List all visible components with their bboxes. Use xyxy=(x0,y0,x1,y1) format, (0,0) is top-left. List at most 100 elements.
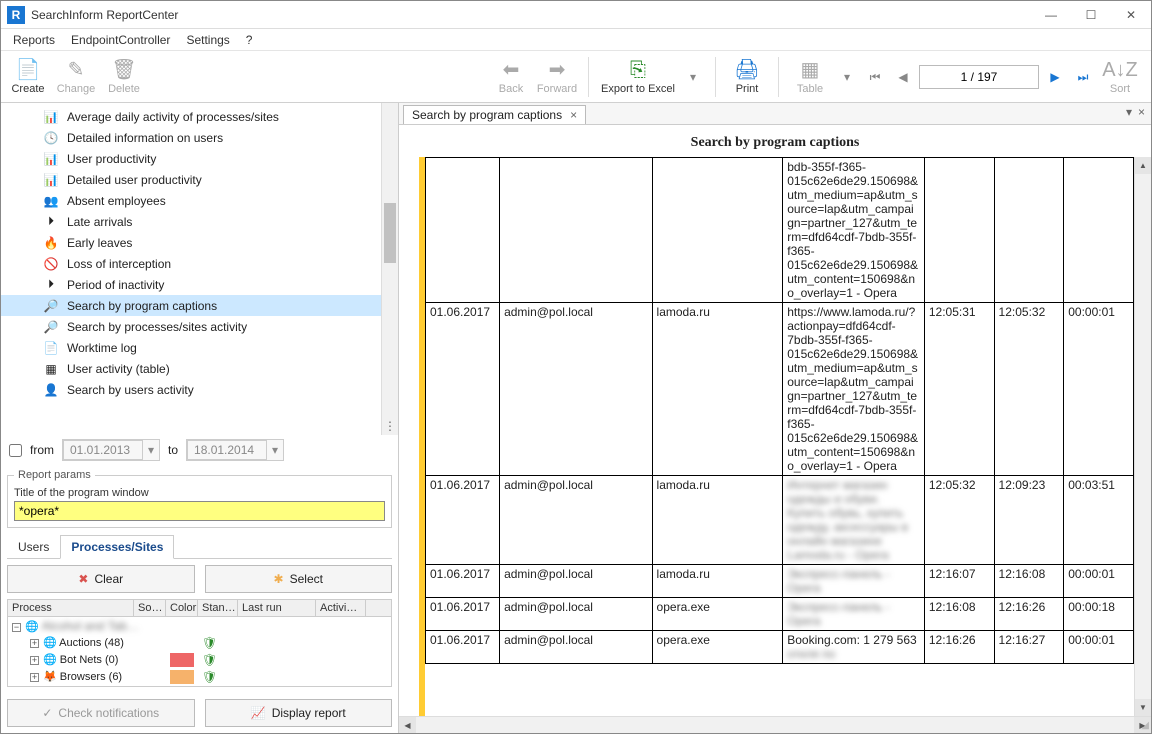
tree-item-icon: 🔎 xyxy=(43,299,59,313)
tree-item[interactable]: ▦ User activity (table) xyxy=(1,358,381,379)
titlebar: R SearchInform ReportCenter — ☐ ✕ xyxy=(1,1,1151,29)
window-title: SearchInform ReportCenter xyxy=(31,8,1031,22)
document-tabs: Search by program captions × ▾ × xyxy=(399,103,1151,125)
title-param-label: Title of the program window xyxy=(14,487,385,499)
tree-item-label: Worktime log xyxy=(67,341,137,355)
tree-item-label: User productivity xyxy=(67,152,156,166)
tree-item[interactable]: 🕓Detailed information on users xyxy=(1,127,381,148)
tree-item[interactable]: 👤 Search by users activity xyxy=(1,379,381,400)
tree-item-label: Early leaves xyxy=(67,236,132,250)
minimize-button[interactable]: — xyxy=(1031,1,1071,29)
date-enable-checkbox[interactable] xyxy=(9,444,22,457)
last-page-button[interactable]: ⏭ xyxy=(1071,65,1095,89)
tree-item[interactable]: 🔎Search by processes/sites activity xyxy=(1,316,381,337)
menu-reports[interactable]: Reports xyxy=(7,31,61,49)
page-margin xyxy=(407,157,419,716)
result-table[interactable]: bdb-355f-f365-015c62e6de29.150698&utm_me… xyxy=(425,157,1134,664)
report-params-group: Report params Title of the program windo… xyxy=(7,469,392,528)
from-date-field[interactable]: 01.01.2013▾ xyxy=(62,439,160,461)
report-tree[interactable]: 📊Average daily activity of processes/sit… xyxy=(1,103,381,435)
page-input[interactable] xyxy=(919,65,1039,89)
grid-row[interactable]: +🌐 Auctions (48)🛡 xyxy=(8,634,391,651)
tree-item-label: Detailed information on users xyxy=(67,131,223,145)
horizontal-scrollbar[interactable]: ◀▶ xyxy=(399,716,1151,733)
from-label: from xyxy=(30,443,54,457)
tree-item[interactable]: 📊 User productivity xyxy=(1,148,381,169)
tree-item-label: Loss of interception xyxy=(67,257,171,271)
tree-item-icon: 👥 xyxy=(43,194,59,208)
tab-processes[interactable]: Processes/Sites xyxy=(60,535,174,559)
tree-item-icon: 🔥 xyxy=(43,236,59,250)
process-grid[interactable]: −🌐 Alcohol and Tab…+🌐 Auctions (48)🛡+🌐 B… xyxy=(7,617,392,687)
to-date-field[interactable]: 18.01.2014▾ xyxy=(186,439,284,461)
forward-button[interactable]: ➡Forward xyxy=(536,57,578,97)
tree-item-label: Absent employees xyxy=(67,194,166,208)
tree-item[interactable]: 🚫 Loss of interception xyxy=(1,253,381,274)
grid-row[interactable]: +🌐 Bot Nets (0)🛡 xyxy=(8,651,391,668)
tab-users[interactable]: Users xyxy=(7,535,60,559)
tree-item-label: User activity (table) xyxy=(67,362,170,376)
tree-item-label: Search by program captions xyxy=(67,299,217,313)
sidebar: 📊Average daily activity of processes/sit… xyxy=(1,103,399,733)
vertical-scrollbar[interactable]: ▲▼ xyxy=(1134,157,1151,716)
prev-page-button[interactable]: ◀ xyxy=(891,65,915,89)
tree-item[interactable]: 📊Average daily activity of processes/sit… xyxy=(1,106,381,127)
next-page-button[interactable]: ▶ xyxy=(1043,65,1067,89)
doc-tab-active[interactable]: Search by program captions × xyxy=(403,105,586,124)
menu-endpoint[interactable]: EndpointController xyxy=(65,31,176,49)
change-button[interactable]: ✎Change xyxy=(55,57,97,97)
process-grid-header[interactable]: Process So… Color Stan… Last run Activi… xyxy=(7,599,392,617)
tree-item[interactable]: ⏵Period of inactivity xyxy=(1,274,381,295)
filter-tabs: Users Processes/Sites xyxy=(7,534,392,559)
tree-item-icon: 📊 xyxy=(43,173,59,187)
menu-help[interactable]: ? xyxy=(240,31,259,49)
menubar: Reports EndpointController Settings ? xyxy=(1,29,1151,51)
app-icon: R xyxy=(7,6,25,24)
select-button[interactable]: ✱Select xyxy=(205,565,393,593)
tab-menu-icon[interactable]: ▾ xyxy=(1126,105,1132,119)
tree-item-icon: 📊 xyxy=(43,110,59,124)
tree-item-label: Search by users activity xyxy=(67,383,194,397)
tree-item[interactable]: 🔎 Search by program captions xyxy=(1,295,381,316)
sort-button[interactable]: A↓ZSort xyxy=(1099,57,1141,97)
tree-item[interactable]: 📊 Detailed user productivity xyxy=(1,169,381,190)
menu-settings[interactable]: Settings xyxy=(180,31,235,49)
tree-item-icon: 📄 xyxy=(43,341,59,355)
table-dropdown[interactable]: ▾ xyxy=(835,65,859,89)
back-button[interactable]: ⬅Back xyxy=(490,57,532,97)
report-title: Search by program captions xyxy=(399,125,1151,157)
tree-item-icon: 👤 xyxy=(43,383,59,397)
tree-item-label: Detailed user productivity xyxy=(67,173,202,187)
tree-scrollbar[interactable]: ⋮ xyxy=(381,103,398,435)
tree-item-icon: ⏵ xyxy=(43,214,59,229)
table-button[interactable]: ▦Table xyxy=(789,57,831,97)
create-button[interactable]: 📄Create xyxy=(7,57,49,97)
maximize-button[interactable]: ☐ xyxy=(1071,1,1111,29)
export-dropdown[interactable]: ▾ xyxy=(681,65,705,89)
date-range-row: from 01.01.2013▾ to 18.01.2014▾ xyxy=(1,435,398,465)
report-pane: Search by program captions × ▾ × Search b… xyxy=(399,103,1151,733)
tree-item-icon: ▦ xyxy=(43,362,59,376)
print-button[interactable]: 🖨Print xyxy=(726,57,768,97)
tree-item[interactable]: 📄 Worktime log xyxy=(1,337,381,358)
delete-button[interactable]: 🗑Delete xyxy=(103,57,145,97)
close-all-tabs-icon[interactable]: × xyxy=(1138,105,1145,119)
check-notifications-button[interactable]: ✓Check notifications xyxy=(7,699,195,727)
clear-button[interactable]: ✖Clear xyxy=(7,565,195,593)
report-params-legend: Report params xyxy=(14,469,95,481)
tree-item-icon: 🚫 xyxy=(43,257,59,271)
tree-item-icon: 📊 xyxy=(43,152,59,166)
tree-item[interactable]: 🔥 Early leaves xyxy=(1,232,381,253)
close-button[interactable]: ✕ xyxy=(1111,1,1151,29)
close-tab-icon[interactable]: × xyxy=(570,108,577,122)
grid-row[interactable]: +🦊 Browsers (6)🛡 xyxy=(8,668,391,685)
tree-item[interactable]: 👥 Absent employees xyxy=(1,190,381,211)
title-param-input[interactable] xyxy=(14,501,385,521)
tree-item-icon: ⏵ xyxy=(43,277,59,292)
first-page-button[interactable]: ⏮ xyxy=(863,65,887,89)
tree-item-icon: 🔎 xyxy=(43,320,59,334)
tree-item-label: Late arrivals xyxy=(67,215,132,229)
export-excel-button[interactable]: ⎘Export to Excel xyxy=(599,57,677,97)
display-report-button[interactable]: 📈Display report xyxy=(205,699,393,727)
tree-item[interactable]: ⏵ Late arrivals xyxy=(1,211,381,232)
